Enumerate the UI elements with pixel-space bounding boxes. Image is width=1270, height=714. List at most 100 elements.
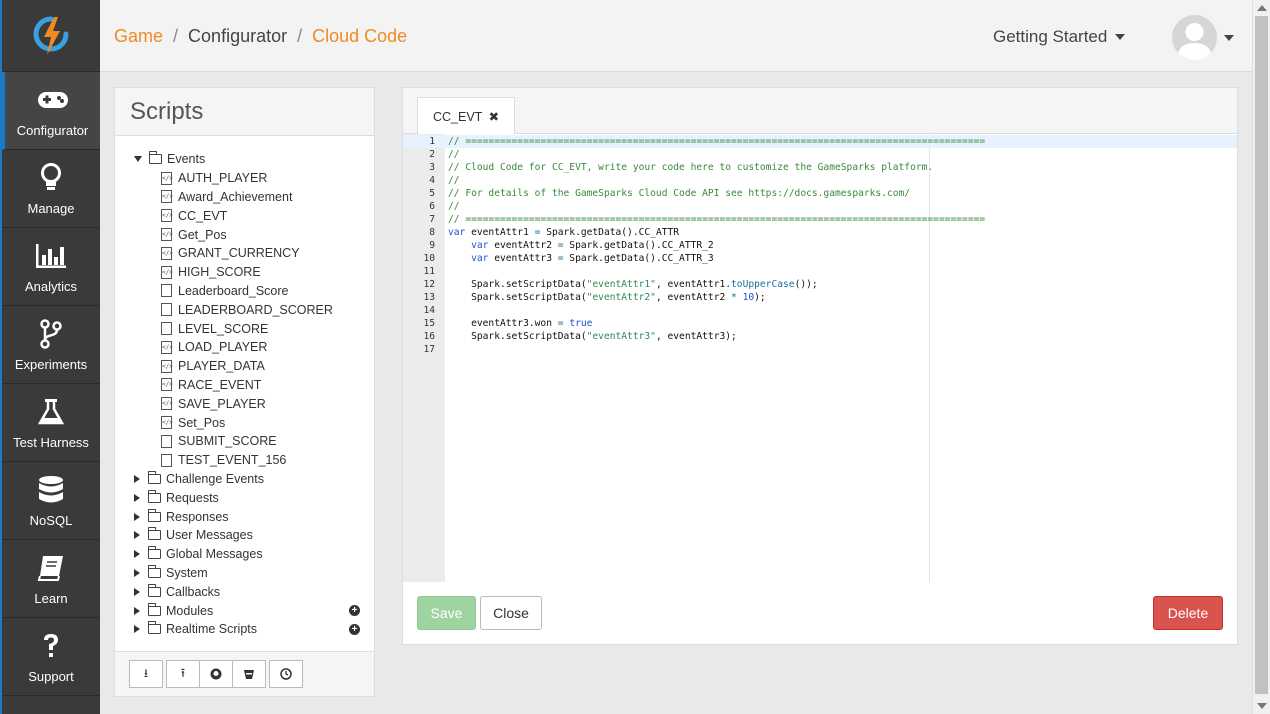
tree-folder[interactable]: Realtime Scripts + bbox=[115, 620, 374, 639]
tree-file[interactable]: CC_EVT bbox=[115, 206, 374, 225]
expand-right-icon[interactable] bbox=[134, 625, 140, 634]
tree-file[interactable]: LOAD_PLAYER bbox=[115, 338, 374, 357]
code-line[interactable]: 13 Spark.setScriptData("eventAttr2", eve… bbox=[403, 291, 1237, 304]
sidebar-item-manage[interactable]: Manage bbox=[2, 150, 100, 228]
code-editor[interactable]: 1 // ====================================… bbox=[403, 134, 1237, 582]
folder-label: Realtime Scripts bbox=[166, 622, 257, 637]
code-line[interactable]: 7 // ====================================… bbox=[403, 213, 1237, 226]
code-line[interactable]: 15 eventAttr3.won = true bbox=[403, 317, 1237, 330]
tree-file[interactable]: Get_Pos bbox=[115, 225, 374, 244]
expand-right-icon[interactable] bbox=[134, 531, 140, 540]
sidebar-item-learn[interactable]: Learn bbox=[2, 540, 100, 618]
tree-file[interactable]: LEADERBOARD_SCORER bbox=[115, 300, 374, 319]
tree-file[interactable]: RACE_EVENT bbox=[115, 376, 374, 395]
line-number: 13 bbox=[423, 292, 435, 303]
file-label: TEST_EVENT_156 bbox=[178, 453, 287, 468]
code-line[interactable]: 16 Spark.setScriptData("eventAttr3", eve… bbox=[403, 330, 1237, 343]
save-button[interactable]: Save bbox=[417, 596, 476, 630]
tree-file[interactable]: LEVEL_SCORE bbox=[115, 319, 374, 338]
add-icon[interactable]: + bbox=[349, 623, 360, 635]
github-button[interactable] bbox=[199, 660, 233, 688]
upload-button[interactable]: ⭱ bbox=[166, 660, 200, 688]
expand-right-icon[interactable] bbox=[134, 550, 140, 559]
tree-file[interactable]: GRANT_CURRENCY bbox=[115, 244, 374, 263]
line-number: 2 bbox=[429, 149, 435, 160]
avatar-chevron-down-icon[interactable] bbox=[1224, 35, 1234, 41]
history-button[interactable] bbox=[269, 660, 303, 688]
code-line[interactable]: 12 Spark.setScriptData("eventAttr1", eve… bbox=[403, 278, 1237, 291]
tree-file[interactable]: SUBMIT_SCORE bbox=[115, 432, 374, 451]
file-label: HIGH_SCORE bbox=[178, 265, 261, 280]
scrollbar-thumb[interactable] bbox=[1255, 16, 1268, 694]
code-line[interactable]: 8 var eventAttr1 = Spark.getData().CC_ATT… bbox=[403, 226, 1237, 239]
code-line[interactable]: 5 // For details of the GameSparks Cloud … bbox=[403, 187, 1237, 200]
code-line[interactable]: 11 bbox=[403, 265, 1237, 278]
gamepad-icon bbox=[36, 83, 70, 117]
sidebar-item-test-harness[interactable]: Test Harness bbox=[2, 384, 100, 462]
sidebar-item-experiments[interactable]: Experiments bbox=[2, 306, 100, 384]
tree-folder[interactable]: Modules + bbox=[115, 601, 374, 620]
avatar[interactable] bbox=[1172, 15, 1217, 60]
scroll-up-icon[interactable] bbox=[1257, 5, 1267, 11]
breadcrumb-cloud-code-link[interactable]: Cloud Code bbox=[312, 26, 407, 47]
book-icon bbox=[34, 551, 68, 585]
tree-file[interactable]: Set_Pos bbox=[115, 413, 374, 432]
getting-started-menu[interactable]: Getting Started bbox=[993, 27, 1126, 47]
code-line[interactable]: 14 bbox=[403, 304, 1237, 317]
code-line[interactable]: 17 bbox=[403, 343, 1237, 356]
clock-icon bbox=[280, 668, 292, 680]
line-number: 4 bbox=[429, 175, 435, 186]
tree-folder[interactable]: Requests bbox=[115, 488, 374, 507]
code-line[interactable]: 1 // ====================================… bbox=[403, 135, 1237, 148]
code-text: eventAttr3.won = true bbox=[448, 318, 593, 329]
scroll-down-icon[interactable] bbox=[1257, 703, 1267, 709]
sidebar-item-support[interactable]: Support bbox=[2, 618, 100, 696]
breadcrumb-game-link[interactable]: Game bbox=[114, 26, 163, 47]
tree-file[interactable]: HIGH_SCORE bbox=[115, 263, 374, 282]
expand-down-icon[interactable] bbox=[134, 156, 142, 163]
tree-file[interactable]: TEST_EVENT_156 bbox=[115, 451, 374, 470]
page-scrollbar[interactable] bbox=[1252, 0, 1270, 714]
expand-right-icon[interactable] bbox=[134, 606, 140, 615]
expand-right-icon[interactable] bbox=[134, 493, 140, 502]
expand-right-icon[interactable] bbox=[134, 568, 140, 577]
download-button[interactable]: ⭳ bbox=[129, 660, 163, 688]
tree-folder-events[interactable]: Events bbox=[115, 150, 374, 169]
file-label: SAVE_PLAYER bbox=[178, 396, 266, 411]
code-line[interactable]: 4 // bbox=[403, 174, 1237, 187]
tree-file[interactable]: Leaderboard_Score bbox=[115, 282, 374, 301]
close-icon[interactable]: ✖ bbox=[489, 110, 499, 124]
tree-folder[interactable]: Responses bbox=[115, 507, 374, 526]
line-number: 14 bbox=[423, 305, 435, 316]
tree-folder[interactable]: Callbacks bbox=[115, 582, 374, 601]
tree-file[interactable]: AUTH_PLAYER bbox=[115, 169, 374, 188]
expand-right-icon[interactable] bbox=[134, 512, 140, 521]
sidebar-item-configurator[interactable]: Configurator bbox=[2, 72, 100, 150]
tree-file[interactable]: SAVE_PLAYER bbox=[115, 394, 374, 413]
tree-folder[interactable]: User Messages bbox=[115, 526, 374, 545]
close-button[interactable]: Close bbox=[480, 596, 542, 630]
code-line[interactable]: 3 // Cloud Code for CC_EVT, write your co… bbox=[403, 161, 1237, 174]
editor-panel: CC_EVT ✖ 1 // ===========================… bbox=[402, 87, 1238, 645]
tree-folder[interactable]: Challenge Events bbox=[115, 470, 374, 489]
tree-folder[interactable]: Global Messages bbox=[115, 545, 374, 564]
sidebar-item-label: Learn bbox=[34, 591, 68, 606]
add-icon[interactable]: + bbox=[349, 605, 360, 617]
code-line[interactable]: 2 // bbox=[403, 148, 1237, 161]
tab-cc-evt[interactable]: CC_EVT ✖ bbox=[417, 97, 516, 135]
file-label: Set_Pos bbox=[178, 415, 226, 430]
expand-right-icon[interactable] bbox=[134, 474, 140, 483]
delete-button[interactable]: Delete bbox=[1153, 596, 1223, 630]
file-label: Get_Pos bbox=[178, 227, 227, 242]
code-line[interactable]: 6 // bbox=[403, 200, 1237, 213]
tree-file[interactable]: Award_Achievement bbox=[115, 188, 374, 207]
tree-folder[interactable]: System bbox=[115, 564, 374, 583]
sidebar-item-analytics[interactable]: Analytics bbox=[2, 228, 100, 306]
sidebar-item-nosql[interactable]: NoSQL bbox=[2, 462, 100, 540]
tree-file[interactable]: PLAYER_DATA bbox=[115, 357, 374, 376]
code-line[interactable]: 10 var eventAttr3 = Spark.getData().CC_A… bbox=[403, 252, 1237, 265]
bucket-button[interactable] bbox=[232, 660, 266, 688]
gamesparks-logo[interactable] bbox=[2, 0, 100, 72]
expand-right-icon[interactable] bbox=[134, 587, 140, 596]
code-line[interactable]: 9 var eventAttr2 = Spark.getData().CC_AT… bbox=[403, 239, 1237, 252]
